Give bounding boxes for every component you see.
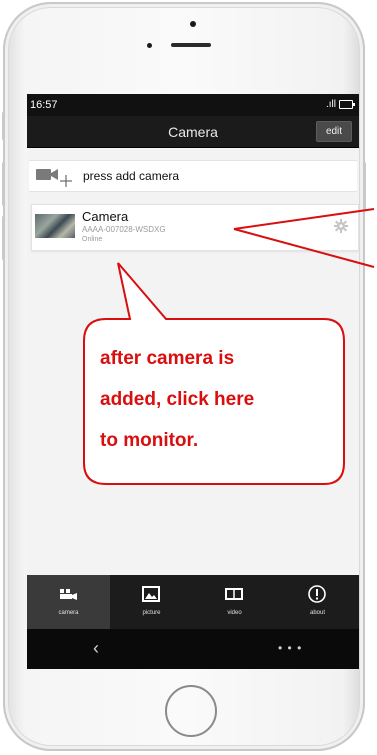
callout-line: after camera is bbox=[100, 348, 235, 369]
callout-line: to monitor. bbox=[100, 430, 199, 451]
arrow-line-top bbox=[233, 208, 375, 230]
callout-text: after camera is added, click here to mon… bbox=[100, 338, 320, 461]
arrow-line-bottom bbox=[233, 228, 375, 268]
callout-line: added, click here bbox=[100, 389, 255, 410]
